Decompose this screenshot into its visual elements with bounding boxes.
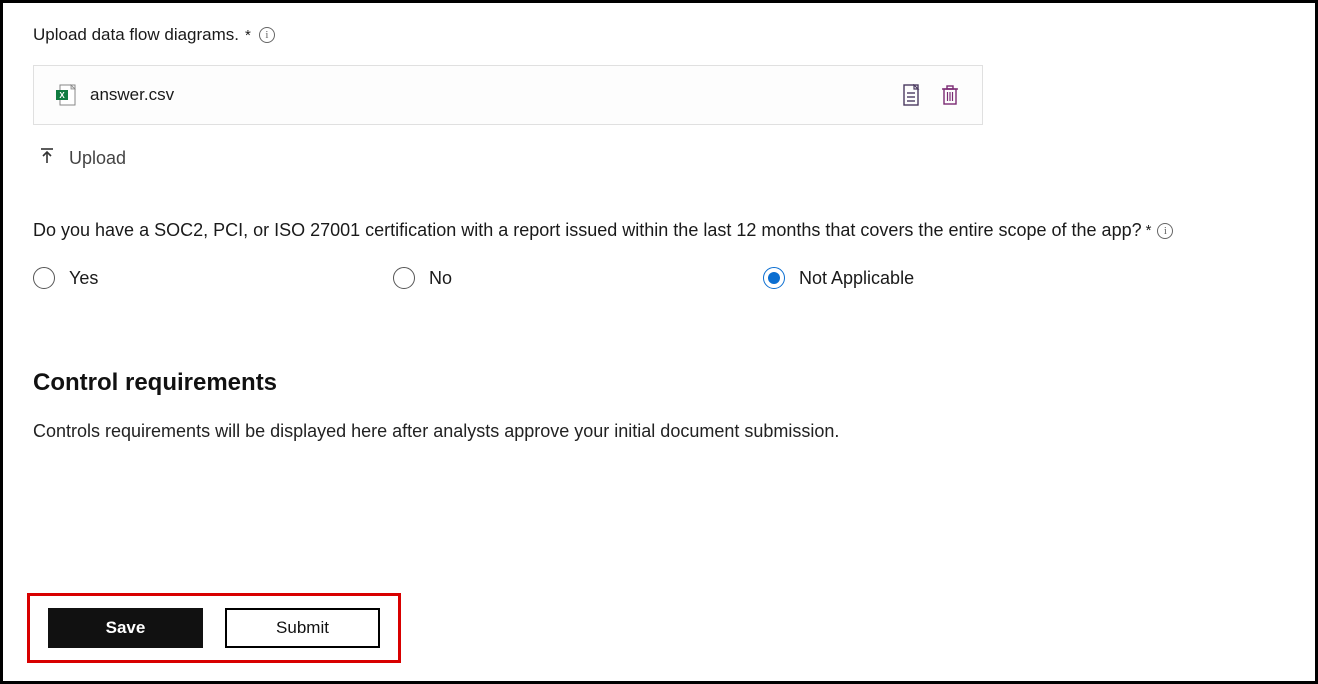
certification-question-row: Do you have a SOC2, PCI, or ISO 27001 ce… bbox=[33, 220, 1285, 241]
upload-label-text: Upload data flow diagrams. bbox=[33, 25, 239, 45]
radio-circle-icon bbox=[33, 267, 55, 289]
trash-icon bbox=[940, 84, 960, 106]
file-name: answer.csv bbox=[90, 85, 174, 105]
info-icon[interactable]: i bbox=[259, 27, 275, 43]
uploaded-file-row: X answer.csv bbox=[33, 65, 983, 125]
save-button[interactable]: Save bbox=[48, 608, 203, 648]
delete-file-button[interactable] bbox=[940, 84, 960, 106]
radio-dot-icon bbox=[768, 272, 780, 284]
certification-radio-group: Yes No Not Applicable bbox=[33, 267, 1285, 289]
certification-question-text: Do you have a SOC2, PCI, or ISO 27001 ce… bbox=[33, 220, 1142, 241]
action-buttons-highlight: Save Submit bbox=[27, 593, 401, 663]
info-icon[interactable]: i bbox=[1157, 223, 1173, 239]
radio-option-yes[interactable]: Yes bbox=[33, 267, 393, 289]
svg-text:X: X bbox=[59, 91, 65, 100]
upload-arrow-icon bbox=[39, 147, 55, 170]
form-container: Upload data flow diagrams. * i X answer.… bbox=[0, 0, 1318, 684]
upload-button[interactable]: Upload bbox=[39, 147, 126, 170]
view-file-button[interactable] bbox=[902, 84, 922, 106]
control-requirements-heading: Control requirements bbox=[33, 369, 1285, 397]
required-marker: * bbox=[245, 27, 251, 44]
radio-label: Not Applicable bbox=[799, 268, 914, 289]
document-icon bbox=[902, 84, 922, 106]
excel-file-icon: X bbox=[56, 84, 76, 106]
required-marker: * bbox=[1146, 222, 1152, 239]
submit-button[interactable]: Submit bbox=[225, 608, 380, 648]
radio-option-no[interactable]: No bbox=[393, 267, 763, 289]
radio-option-not-applicable[interactable]: Not Applicable bbox=[763, 267, 914, 289]
radio-circle-selected-icon bbox=[763, 267, 785, 289]
upload-button-label: Upload bbox=[69, 148, 126, 169]
radio-label: No bbox=[429, 268, 452, 289]
radio-circle-icon bbox=[393, 267, 415, 289]
radio-label: Yes bbox=[69, 268, 98, 289]
control-requirements-description: Controls requirements will be displayed … bbox=[33, 421, 1285, 442]
upload-label-row: Upload data flow diagrams. * i bbox=[33, 25, 1285, 45]
